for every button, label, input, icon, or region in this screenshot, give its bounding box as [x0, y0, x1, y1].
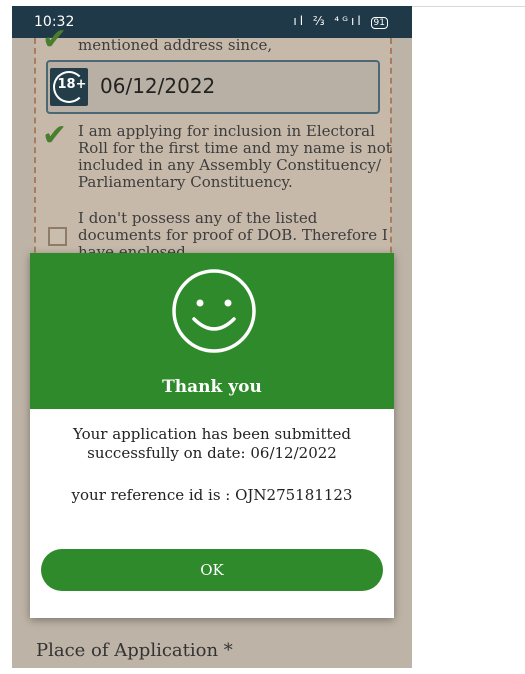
- signal-icon: ⁴ᴳıl: [334, 14, 364, 28]
- success-dialog: Thank you Your application has been subm…: [30, 253, 394, 618]
- battery-icon: 91: [370, 17, 388, 29]
- first-time-declaration: I am applying for inclusion in Electoral…: [78, 122, 392, 191]
- top-divider: [412, 6, 525, 7]
- status-icons: ıl ⅔ ⁴ᴳıl 91: [293, 14, 388, 29]
- ok-button[interactable]: OK: [41, 549, 383, 591]
- dialog-header: Thank you: [30, 253, 394, 409]
- smiley-icon: [172, 269, 256, 353]
- dialog-title: Thank you: [162, 377, 262, 397]
- age-18-icon: 18+: [50, 68, 88, 106]
- dob-date-field[interactable]: 18+ 06/12/2022: [46, 60, 380, 114]
- status-bar: 10:32 ıl ⅔ ⁴ᴳıl 91: [12, 6, 412, 38]
- dob-proof-checkbox[interactable]: [48, 227, 67, 246]
- check-icon: ✔: [42, 22, 68, 57]
- volte-icon: ⅔: [312, 14, 328, 28]
- reference-id-text: your reference id is : OJN275181123: [71, 486, 353, 504]
- phone-screen: 10:32 ıl ⅔ ⁴ᴳıl 91 ✔ mentioned address s…: [12, 6, 412, 668]
- dialog-message: Your application has been submitted succ…: [73, 425, 351, 462]
- vibrate-icon: ıl: [293, 14, 307, 28]
- place-of-application-label: Place of Application *: [36, 640, 233, 661]
- dob-date-value: 06/12/2022: [100, 74, 216, 98]
- first-time-check-icon[interactable]: ✔: [42, 118, 67, 153]
- residence-text: mentioned address since,: [78, 36, 273, 54]
